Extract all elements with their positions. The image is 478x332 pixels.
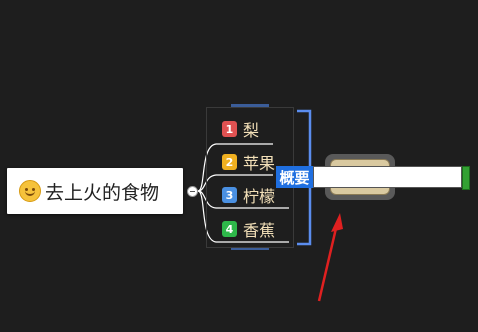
child-topic-label: 苹果: [243, 154, 276, 173]
child-topic-label: 梨: [243, 121, 260, 140]
child-topic-label: 香蕉: [243, 221, 276, 240]
summary-text-input[interactable]: [313, 166, 462, 188]
pointer-arrow-head: [331, 213, 343, 232]
summary-label-selected[interactable]: 概要: [276, 166, 313, 188]
priority-1-icon: 1: [222, 121, 237, 137]
child-topic-1[interactable]: 1 梨: [222, 117, 259, 141]
priority-2-icon: 2: [222, 154, 237, 170]
collapse-toggle-button[interactable]: [187, 186, 198, 197]
priority-3-icon: 3: [222, 187, 237, 203]
pointer-arrow: [317, 223, 339, 302]
root-topic-node[interactable]: 去上火的食物: [7, 168, 183, 214]
smile-emoji-icon: [19, 180, 41, 202]
child-topic-2[interactable]: 2 苹果: [222, 150, 275, 174]
input-resize-handle[interactable]: [462, 166, 470, 190]
priority-4-icon: 4: [222, 221, 237, 237]
child-topic-4[interactable]: 4 香蕉: [222, 217, 275, 241]
child-topic-label: 柠檬: [243, 187, 276, 206]
root-topic-label: 去上火的食物: [45, 181, 160, 204]
child-topic-3[interactable]: 3 柠檬: [222, 183, 275, 207]
